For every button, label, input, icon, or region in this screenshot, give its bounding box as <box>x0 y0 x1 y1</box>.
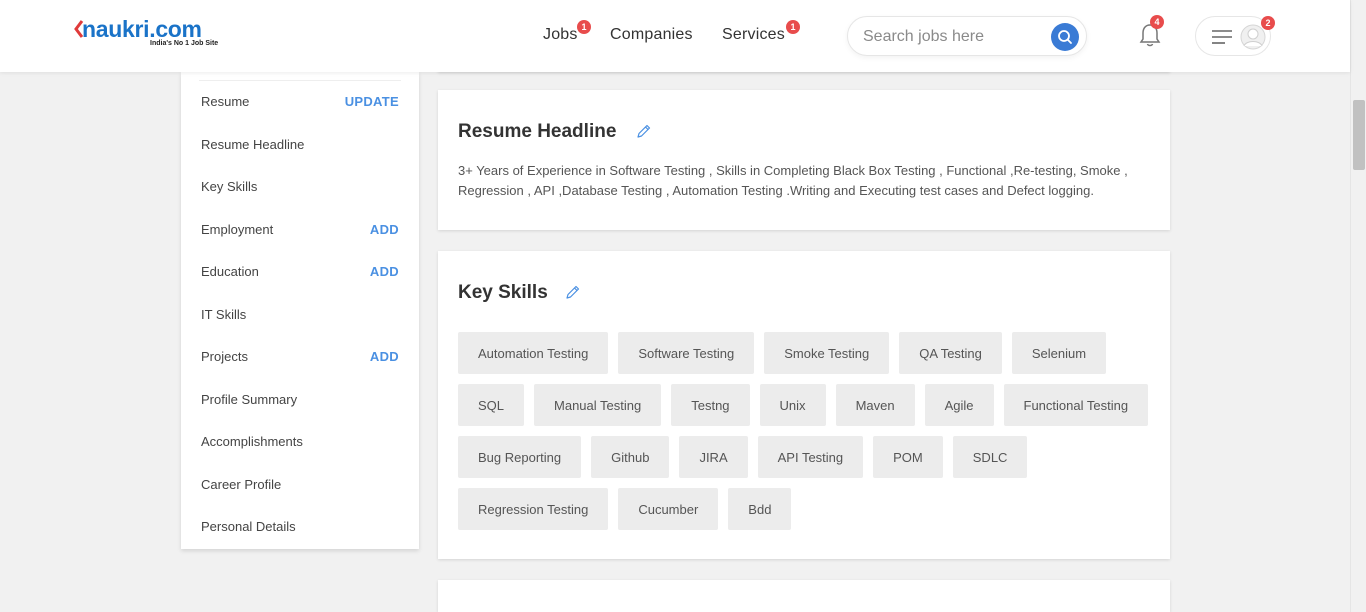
skill-chip: Cucumber <box>618 488 719 530</box>
resume-headline-card: Resume Headline 3+ Years of Experience i… <box>438 90 1170 230</box>
notification-badge: 4 <box>1150 15 1164 29</box>
skill-chip: Manual Testing <box>534 384 662 426</box>
skill-chip: Github <box>591 436 670 478</box>
skill-chip: Maven <box>835 384 915 426</box>
sidebar-item-label: Employment <box>201 221 274 237</box>
sidebar-item-accomplishments[interactable]: Accomplishments <box>201 431 399 451</box>
skill-chip: Agile <box>924 384 994 426</box>
profile-menu-button[interactable] <box>1195 16 1271 56</box>
sidebar-item-employment[interactable]: Employment ADD <box>201 219 399 239</box>
skill-chip: Bdd <box>728 488 792 530</box>
skill-chip: Unix <box>759 384 826 426</box>
sidebar-item-profile-summary[interactable]: Profile Summary <box>201 389 399 409</box>
naukri-logo[interactable]: naukri.com India's No 1 Job Site <box>74 16 234 50</box>
edit-pencil-icon[interactable] <box>636 123 652 139</box>
search-button[interactable] <box>1051 23 1079 51</box>
sidebar-item-label: Resume Headline <box>201 136 305 152</box>
hamburger-icon <box>1212 30 1232 44</box>
sidebar-item-resume[interactable]: Resume UPDATE <box>201 91 399 111</box>
sidebar-item-projects[interactable]: Projects ADD <box>201 346 399 366</box>
resume-headline-title: Resume Headline <box>458 121 617 142</box>
search-input[interactable] <box>863 26 1043 48</box>
nav-companies[interactable]: Companies <box>610 26 693 44</box>
sidebar-item-career-profile[interactable]: Career Profile <box>201 474 399 494</box>
sidebar-item-education[interactable]: Education ADD <box>201 261 399 281</box>
resume-headline-text: 3+ Years of Experience in Software Testi… <box>458 163 1128 198</box>
sidebar-item-label: Resume <box>201 93 250 109</box>
key-skills-title: Key Skills <box>458 282 548 303</box>
sidebar-item-label: Profile Summary <box>201 391 298 407</box>
skill-chip: Testng <box>671 384 750 426</box>
menu-badge: 2 <box>1261 16 1275 30</box>
sidebar-divider <box>199 80 401 81</box>
edit-pencil-icon[interactable] <box>565 284 581 300</box>
scrollbar-thumb[interactable] <box>1353 100 1365 170</box>
sidebar-item-personal-details[interactable]: Personal Details <box>201 516 399 536</box>
skill-chip: QA Testing <box>899 332 1002 374</box>
top-header: naukri.com India's No 1 Job Site Jobs 1 … <box>0 0 1350 72</box>
key-skills-card: Key Skills Automation Testing Software T… <box>438 251 1170 559</box>
sidebar-item-key-skills[interactable]: Key Skills <box>201 176 399 196</box>
skill-chip: Regression Testing <box>458 488 609 530</box>
logo-text: naukri.com <box>82 16 202 42</box>
education-add-link[interactable]: ADD <box>370 264 399 279</box>
skill-chip: Smoke Testing <box>764 332 890 374</box>
skill-chip: Functional Testing <box>1003 384 1149 426</box>
sidebar-item-label: Key Skills <box>201 178 258 194</box>
sidebar-item-it-skills[interactable]: IT Skills <box>201 304 399 324</box>
skill-chip: JIRA <box>679 436 748 478</box>
skill-chip: POM <box>873 436 943 478</box>
projects-add-link[interactable]: ADD <box>370 349 399 364</box>
skill-chip: Selenium <box>1011 332 1107 374</box>
sidebar-item-label: Personal Details <box>201 518 296 534</box>
resume-update-link[interactable]: UPDATE <box>345 94 399 109</box>
page-scrollbar[interactable] <box>1350 0 1366 612</box>
skill-chip: API Testing <box>757 436 864 478</box>
next-card <box>438 580 1170 612</box>
sidebar-item-resume-headline[interactable]: Resume Headline <box>201 134 399 154</box>
jobs-badge: 1 <box>577 20 591 34</box>
services-badge: 1 <box>786 20 800 34</box>
skill-chip: SDLC <box>952 436 1028 478</box>
skill-chip: SQL <box>458 384 525 426</box>
nav-jobs[interactable]: Jobs <box>543 26 578 44</box>
employment-add-link[interactable]: ADD <box>370 222 399 237</box>
nav-jobs-label: Jobs <box>543 26 578 43</box>
skill-chip: Automation Testing <box>458 332 609 374</box>
skill-chip: Bug Reporting <box>458 436 582 478</box>
quick-links-sidebar: Resume UPDATE Resume Headline Key Skills… <box>181 72 419 549</box>
sidebar-item-label: Projects <box>201 348 248 364</box>
sidebar-item-label: IT Skills <box>201 306 247 322</box>
skill-chips-list: Automation Testing Software Testing Smok… <box>458 332 1158 530</box>
sidebar-item-label: Accomplishments <box>201 433 303 449</box>
search-bar <box>847 16 1087 56</box>
nav-companies-label: Companies <box>610 26 693 43</box>
nav-services-label: Services <box>722 26 785 43</box>
sidebar-item-label: Education <box>201 263 259 279</box>
sidebar-item-label: Career Profile <box>201 476 282 492</box>
skill-chip: Software Testing <box>618 332 755 374</box>
logo-tagline: India's No 1 Job Site <box>150 40 219 47</box>
nav-services[interactable]: Services <box>722 26 785 44</box>
search-icon <box>1058 30 1072 44</box>
